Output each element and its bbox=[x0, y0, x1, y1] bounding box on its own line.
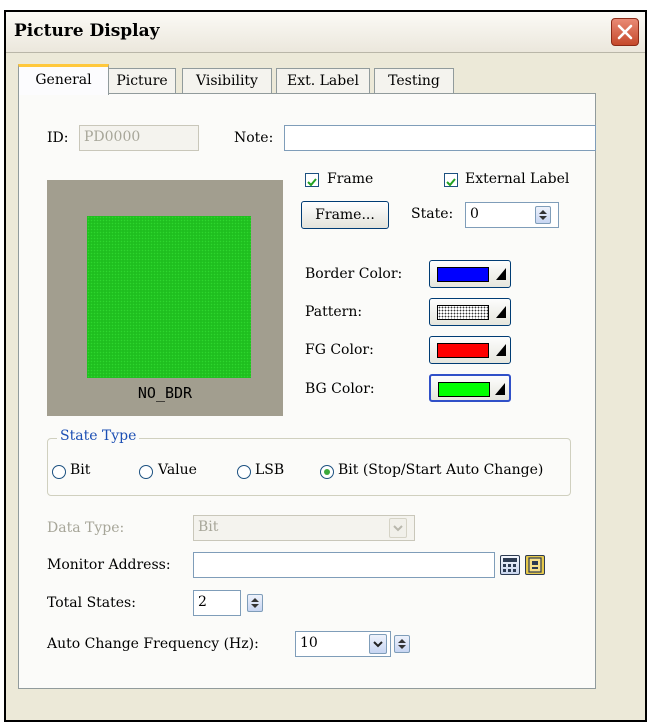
state-type-value-label: Value bbox=[158, 462, 197, 478]
bg-color-label: BG Color: bbox=[305, 381, 375, 397]
state-value: 0 bbox=[470, 206, 479, 222]
preview-fill bbox=[87, 216, 251, 378]
monitor-address-label: Monitor Address: bbox=[47, 557, 171, 573]
total-states-field[interactable]: 2 bbox=[193, 590, 241, 616]
fg-color-label: FG Color: bbox=[305, 342, 374, 358]
frame-checkbox[interactable] bbox=[305, 173, 319, 187]
state-type-lsb-radio[interactable] bbox=[237, 465, 251, 479]
frame-button[interactable]: Frame... bbox=[301, 201, 389, 229]
address-tag-button[interactable] bbox=[525, 555, 545, 575]
fg-color-swatch bbox=[437, 343, 489, 358]
data-type-value: Bit bbox=[198, 519, 219, 535]
window-title: Picture Display bbox=[14, 21, 160, 41]
tab-picture[interactable]: Picture bbox=[108, 68, 176, 94]
total-states-value: 2 bbox=[198, 594, 207, 610]
calculator-icon bbox=[503, 558, 517, 572]
spin-arrows-icon bbox=[398, 639, 406, 649]
dropdown-triangle-icon bbox=[495, 383, 505, 395]
pattern-swatch bbox=[437, 305, 489, 320]
total-states-spinner[interactable] bbox=[247, 594, 263, 612]
checkmark-icon bbox=[446, 178, 456, 187]
checkmark-icon bbox=[307, 178, 317, 187]
calculator-button[interactable] bbox=[500, 555, 520, 575]
fg-color-button[interactable] bbox=[429, 336, 511, 364]
total-states-label: Total States: bbox=[47, 595, 136, 611]
chevron-down-icon bbox=[393, 525, 403, 532]
state-type-bit-auto-change-radio[interactable] bbox=[320, 465, 334, 479]
pattern-label: Pattern: bbox=[305, 304, 363, 320]
state-type-bit-auto-change-label: Bit (Stop/Start Auto Change) bbox=[338, 462, 544, 478]
close-button[interactable] bbox=[611, 18, 639, 46]
frame-checkbox-label: Frame bbox=[327, 171, 374, 187]
auto-change-frequency-label: Auto Change Frequency (Hz): bbox=[47, 636, 259, 652]
dropdown-triangle-icon bbox=[496, 268, 506, 280]
pattern-button[interactable] bbox=[429, 298, 511, 326]
state-spinner[interactable] bbox=[535, 206, 551, 224]
note-field[interactable] bbox=[284, 125, 596, 151]
auto-change-frequency-spinner[interactable] bbox=[394, 635, 410, 653]
state-type-lsb-label: LSB bbox=[255, 462, 285, 478]
state-type-bit-radio[interactable] bbox=[52, 465, 66, 479]
auto-change-frequency-dropdown-arrow[interactable] bbox=[369, 634, 387, 654]
state-label: State: bbox=[411, 206, 454, 222]
state-type-value-radio[interactable] bbox=[139, 465, 153, 479]
note-label: Note: bbox=[234, 130, 274, 146]
general-tab-panel: ID: PD0000 Note: NO_BDR Frame External L… bbox=[18, 93, 596, 689]
tab-testing[interactable]: Testing bbox=[374, 68, 454, 94]
close-icon bbox=[617, 24, 633, 40]
monitor-address-field[interactable] bbox=[193, 552, 495, 578]
preview-picture-name: NO_BDR bbox=[137, 384, 193, 402]
tab-ext-label[interactable]: Ext. Label bbox=[276, 68, 370, 94]
id-label: ID: bbox=[47, 130, 69, 146]
tab-general[interactable]: General bbox=[18, 64, 109, 95]
auto-change-frequency-value: 10 bbox=[300, 635, 318, 651]
state-type-bit-label: Bit bbox=[70, 462, 91, 478]
external-label-checkbox-label: External Label bbox=[465, 171, 570, 187]
title-bar[interactable]: Picture Display bbox=[6, 12, 645, 53]
id-field: PD0000 bbox=[79, 125, 199, 151]
tab-visibility[interactable]: Visibility bbox=[182, 68, 272, 94]
data-type-dropdown-arrow bbox=[389, 518, 407, 538]
data-type-select: Bit bbox=[193, 515, 415, 541]
external-label-checkbox[interactable] bbox=[444, 173, 458, 187]
bg-color-button[interactable] bbox=[429, 374, 511, 402]
border-color-label: Border Color: bbox=[305, 266, 403, 282]
border-color-button[interactable] bbox=[429, 260, 511, 288]
tag-icon bbox=[528, 557, 542, 573]
dropdown-triangle-icon bbox=[496, 306, 506, 318]
bg-color-swatch bbox=[438, 382, 490, 397]
picture-preview: NO_BDR bbox=[47, 180, 283, 416]
state-type-group-label: State Type bbox=[57, 428, 140, 444]
data-type-label: Data Type: bbox=[47, 520, 125, 536]
spin-arrows-icon bbox=[539, 210, 547, 220]
chevron-down-icon bbox=[373, 641, 383, 648]
border-color-swatch bbox=[437, 267, 489, 282]
dropdown-triangle-icon bbox=[496, 344, 506, 356]
spin-arrows-icon bbox=[251, 598, 259, 608]
